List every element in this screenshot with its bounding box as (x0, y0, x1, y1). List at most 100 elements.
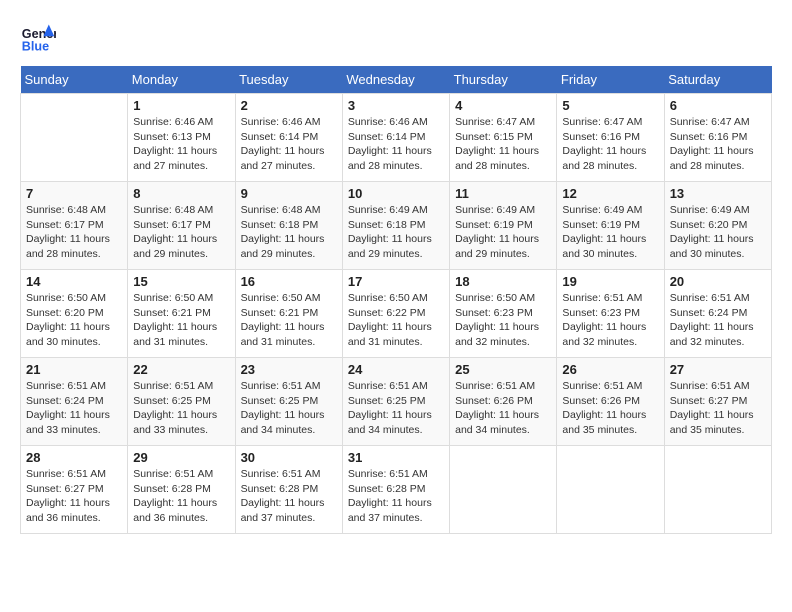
day-cell: 13 Sunrise: 6:49 AM Sunset: 6:20 PM Dayli… (664, 182, 771, 270)
day-number: 7 (26, 186, 122, 201)
weekday-header-friday: Friday (557, 66, 664, 94)
day-info: Sunrise: 6:49 AM Sunset: 6:19 PM Dayligh… (562, 203, 658, 262)
calendar-table: SundayMondayTuesdayWednesdayThursdayFrid… (20, 66, 772, 534)
day-cell: 3 Sunrise: 6:46 AM Sunset: 6:14 PM Daylig… (342, 94, 449, 182)
day-info: Sunrise: 6:51 AM Sunset: 6:23 PM Dayligh… (562, 291, 658, 350)
day-cell: 5Sunrise: 6:47 AM Sunset: 6:16 PM Daylig… (557, 94, 664, 182)
day-info: Sunrise: 6:49 AM Sunset: 6:20 PM Dayligh… (670, 203, 766, 262)
day-number: 2 (241, 98, 337, 113)
svg-text:Blue: Blue (22, 40, 49, 54)
day-info: Sunrise: 6:46 AM Sunset: 6:14 PM Dayligh… (348, 115, 444, 174)
day-number: 18 (455, 274, 551, 289)
day-cell: 25 Sunrise: 6:51 AM Sunset: 6:26 PM Dayli… (450, 358, 557, 446)
day-info: Sunrise: 6:50 AM Sunset: 6:23 PM Dayligh… (455, 291, 551, 350)
day-number: 17 (348, 274, 444, 289)
day-cell: 9Sunrise: 6:48 AM Sunset: 6:18 PM Daylig… (235, 182, 342, 270)
day-info: Sunrise: 6:51 AM Sunset: 6:27 PM Dayligh… (26, 467, 122, 526)
day-cell: 21 Sunrise: 6:51 AM Sunset: 6:24 PM Dayli… (21, 358, 128, 446)
day-info: Sunrise: 6:48 AM Sunset: 6:17 PM Dayligh… (133, 203, 229, 262)
day-cell: 4Sunrise: 6:47 AM Sunset: 6:15 PM Daylig… (450, 94, 557, 182)
day-number: 9 (241, 186, 337, 201)
day-number: 28 (26, 450, 122, 465)
day-cell: 6 Sunrise: 6:47 AM Sunset: 6:16 PM Daylig… (664, 94, 771, 182)
weekday-header-monday: Monday (128, 66, 235, 94)
day-number: 1 (133, 98, 229, 113)
day-info: Sunrise: 6:51 AM Sunset: 6:28 PM Dayligh… (133, 467, 229, 526)
day-info: Sunrise: 6:51 AM Sunset: 6:25 PM Dayligh… (241, 379, 337, 438)
weekday-header-row: SundayMondayTuesdayWednesdayThursdayFrid… (21, 66, 772, 94)
day-number: 23 (241, 362, 337, 377)
day-number: 14 (26, 274, 122, 289)
weekday-header-saturday: Saturday (664, 66, 771, 94)
day-cell: 27 Sunrise: 6:51 AM Sunset: 6:27 PM Dayli… (664, 358, 771, 446)
day-number: 10 (348, 186, 444, 201)
day-cell: 10 Sunrise: 6:49 AM Sunset: 6:18 PM Dayli… (342, 182, 449, 270)
day-cell: 15 Sunrise: 6:50 AM Sunset: 6:21 PM Dayli… (128, 270, 235, 358)
day-number: 22 (133, 362, 229, 377)
day-number: 25 (455, 362, 551, 377)
day-number: 19 (562, 274, 658, 289)
day-number: 4 (455, 98, 551, 113)
day-info: Sunrise: 6:51 AM Sunset: 6:26 PM Dayligh… (455, 379, 551, 438)
day-cell: 17 Sunrise: 6:50 AM Sunset: 6:22 PM Dayli… (342, 270, 449, 358)
day-info: Sunrise: 6:51 AM Sunset: 6:24 PM Dayligh… (26, 379, 122, 438)
day-info: Sunrise: 6:50 AM Sunset: 6:21 PM Dayligh… (133, 291, 229, 350)
day-info: Sunrise: 6:47 AM Sunset: 6:16 PM Dayligh… (670, 115, 766, 174)
day-cell: 18 Sunrise: 6:50 AM Sunset: 6:23 PM Dayli… (450, 270, 557, 358)
day-info: Sunrise: 6:46 AM Sunset: 6:13 PM Dayligh… (133, 115, 229, 174)
week-row-4: 21 Sunrise: 6:51 AM Sunset: 6:24 PM Dayli… (21, 358, 772, 446)
day-number: 6 (670, 98, 766, 113)
day-cell: 23 Sunrise: 6:51 AM Sunset: 6:25 PM Dayli… (235, 358, 342, 446)
day-cell: 26 Sunrise: 6:51 AM Sunset: 6:26 PM Dayli… (557, 358, 664, 446)
day-cell: 19 Sunrise: 6:51 AM Sunset: 6:23 PM Dayli… (557, 270, 664, 358)
day-cell: 12Sunrise: 6:49 AM Sunset: 6:19 PM Dayli… (557, 182, 664, 270)
day-info: Sunrise: 6:47 AM Sunset: 6:16 PM Dayligh… (562, 115, 658, 174)
day-info: Sunrise: 6:49 AM Sunset: 6:19 PM Dayligh… (455, 203, 551, 262)
weekday-header-tuesday: Tuesday (235, 66, 342, 94)
day-cell: 20 Sunrise: 6:51 AM Sunset: 6:24 PM Dayli… (664, 270, 771, 358)
day-info: Sunrise: 6:51 AM Sunset: 6:27 PM Dayligh… (670, 379, 766, 438)
weekday-header-wednesday: Wednesday (342, 66, 449, 94)
day-number: 16 (241, 274, 337, 289)
day-number: 30 (241, 450, 337, 465)
day-info: Sunrise: 6:51 AM Sunset: 6:28 PM Dayligh… (241, 467, 337, 526)
day-cell: 11 Sunrise: 6:49 AM Sunset: 6:19 PM Dayli… (450, 182, 557, 270)
day-cell: 29 Sunrise: 6:51 AM Sunset: 6:28 PM Dayli… (128, 446, 235, 534)
day-cell: 2 Sunrise: 6:46 AM Sunset: 6:14 PM Daylig… (235, 94, 342, 182)
weekday-header-sunday: Sunday (21, 66, 128, 94)
day-cell: 28 Sunrise: 6:51 AM Sunset: 6:27 PM Dayli… (21, 446, 128, 534)
day-info: Sunrise: 6:51 AM Sunset: 6:28 PM Dayligh… (348, 467, 444, 526)
day-number: 21 (26, 362, 122, 377)
day-cell: 14 Sunrise: 6:50 AM Sunset: 6:20 PM Dayli… (21, 270, 128, 358)
day-number: 11 (455, 186, 551, 201)
day-info: Sunrise: 6:50 AM Sunset: 6:22 PM Dayligh… (348, 291, 444, 350)
day-number: 26 (562, 362, 658, 377)
logo-icon: General Blue (20, 20, 56, 56)
day-cell (450, 446, 557, 534)
day-number: 13 (670, 186, 766, 201)
day-number: 27 (670, 362, 766, 377)
day-info: Sunrise: 6:51 AM Sunset: 6:24 PM Dayligh… (670, 291, 766, 350)
day-cell: 24Sunrise: 6:51 AM Sunset: 6:25 PM Dayli… (342, 358, 449, 446)
day-number: 31 (348, 450, 444, 465)
day-info: Sunrise: 6:48 AM Sunset: 6:17 PM Dayligh… (26, 203, 122, 262)
day-number: 15 (133, 274, 229, 289)
week-row-2: 7 Sunrise: 6:48 AM Sunset: 6:17 PM Daylig… (21, 182, 772, 270)
day-info: Sunrise: 6:49 AM Sunset: 6:18 PM Dayligh… (348, 203, 444, 262)
day-number: 8 (133, 186, 229, 201)
day-info: Sunrise: 6:50 AM Sunset: 6:20 PM Dayligh… (26, 291, 122, 350)
day-info: Sunrise: 6:51 AM Sunset: 6:26 PM Dayligh… (562, 379, 658, 438)
day-cell: 31 Sunrise: 6:51 AM Sunset: 6:28 PM Dayli… (342, 446, 449, 534)
day-number: 20 (670, 274, 766, 289)
weekday-header-thursday: Thursday (450, 66, 557, 94)
day-number: 3 (348, 98, 444, 113)
week-row-1: 1 Sunrise: 6:46 AM Sunset: 6:13 PM Daylig… (21, 94, 772, 182)
logo: General Blue (20, 20, 60, 56)
day-cell: 30 Sunrise: 6:51 AM Sunset: 6:28 PM Dayli… (235, 446, 342, 534)
day-cell (21, 94, 128, 182)
day-info: Sunrise: 6:50 AM Sunset: 6:21 PM Dayligh… (241, 291, 337, 350)
day-number: 29 (133, 450, 229, 465)
day-info: Sunrise: 6:51 AM Sunset: 6:25 PM Dayligh… (133, 379, 229, 438)
day-info: Sunrise: 6:46 AM Sunset: 6:14 PM Dayligh… (241, 115, 337, 174)
day-cell: 1 Sunrise: 6:46 AM Sunset: 6:13 PM Daylig… (128, 94, 235, 182)
